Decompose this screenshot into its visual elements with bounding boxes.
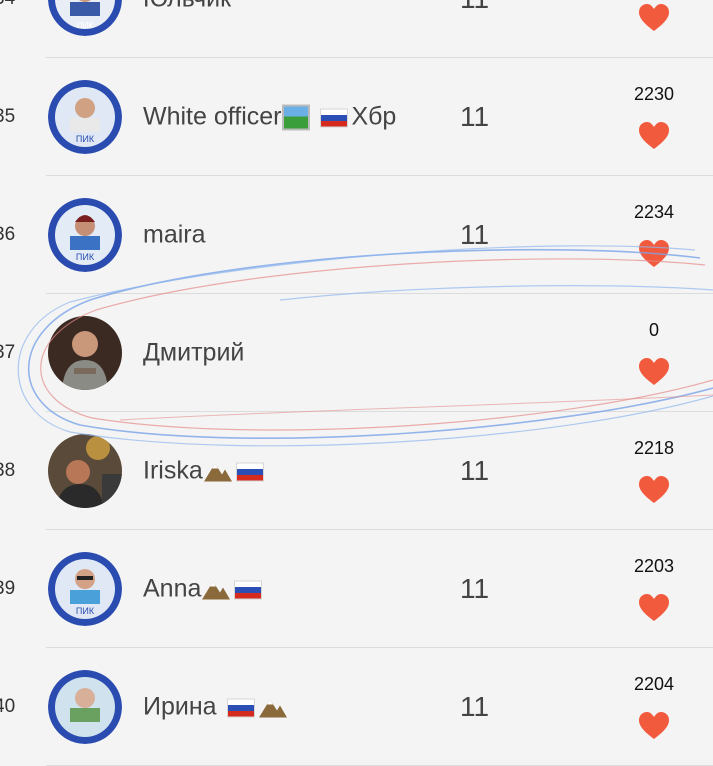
score-value: 11 (460, 573, 490, 604)
score-value: 11 (460, 101, 490, 132)
rank-number: 39 (0, 578, 16, 599)
svg-text:ПИК: ПИК (76, 134, 95, 144)
svg-text:ПИК: ПИК (76, 606, 95, 616)
avatar[interactable]: ПИК (48, 0, 122, 36)
avatar[interactable]: ПИК (48, 198, 122, 272)
avatar[interactable] (48, 316, 122, 390)
rank-number: 38 (0, 460, 16, 481)
heart-icon[interactable] (639, 122, 669, 150)
list-item[interactable]: 38 Iriska 11 2218 (0, 412, 713, 530)
svg-text:ПИК: ПИК (77, 21, 94, 30)
player-name: Anna (143, 575, 265, 604)
score-value: 11 (460, 455, 490, 486)
avatar[interactable] (48, 670, 122, 744)
likes-count: 2204 (633, 674, 675, 694)
heart-icon[interactable] (639, 358, 669, 386)
leaderboard-list: 34 ПИК Юльчик 11 35 ПИК White officer Хб… (0, 0, 713, 766)
svg-text:ПИК: ПИК (76, 252, 95, 262)
likes-count: 0 (648, 320, 659, 340)
likes-count: 2234 (633, 202, 675, 222)
rank-number: 34 (0, 0, 24, 10)
likes-count: 2230 (633, 84, 675, 104)
rank-number: 36 (0, 224, 16, 245)
heart-icon[interactable] (639, 4, 669, 32)
mountain-emoji-icon (202, 581, 231, 600)
mountain-emoji-icon (258, 699, 287, 718)
landscape-emoji-icon (282, 104, 311, 131)
player-name: maira (143, 220, 206, 249)
heart-icon[interactable] (639, 240, 669, 268)
mountain-emoji-icon (203, 463, 232, 482)
player-name: White officer Хбр (143, 102, 397, 131)
rank-number: 35 (0, 106, 16, 127)
russian-flag-icon (320, 108, 349, 128)
player-name: Ирина (143, 693, 288, 722)
avatar[interactable]: ПИК (48, 552, 122, 626)
avatar[interactable] (48, 434, 122, 508)
russian-flag-icon (226, 698, 255, 718)
avatar[interactable]: ПИК (48, 80, 122, 154)
list-item[interactable]: 34 ПИК Юльчик 11 (0, 0, 713, 58)
list-item[interactable]: 40 Ирина 11 2204 (0, 648, 713, 766)
player-name: Юльчик (143, 0, 231, 14)
heart-icon[interactable] (639, 712, 669, 740)
rank-number: 37 (0, 342, 16, 363)
score-value: 11 (460, 219, 490, 250)
rank-number: 40 (0, 696, 16, 717)
player-name: Iriska (143, 457, 267, 486)
russian-flag-icon (234, 580, 263, 600)
player-name: Дмитрий (143, 338, 245, 367)
heart-icon[interactable] (639, 476, 669, 504)
list-item[interactable]: 37 Дмитрий 0 (0, 294, 713, 412)
list-item[interactable]: 36 ПИК maira 11 2234 (0, 176, 713, 294)
heart-icon[interactable] (639, 594, 669, 622)
list-item[interactable]: 35 ПИК White officer Хбр 11 2230 (0, 58, 713, 176)
russian-flag-icon (235, 462, 264, 482)
score-value: 11 (460, 0, 489, 15)
likes-count: 2203 (633, 556, 675, 576)
list-item[interactable]: 39 ПИК Anna 11 2203 (0, 530, 713, 648)
likes-count: 2218 (633, 438, 675, 458)
score-value: 11 (460, 691, 490, 722)
